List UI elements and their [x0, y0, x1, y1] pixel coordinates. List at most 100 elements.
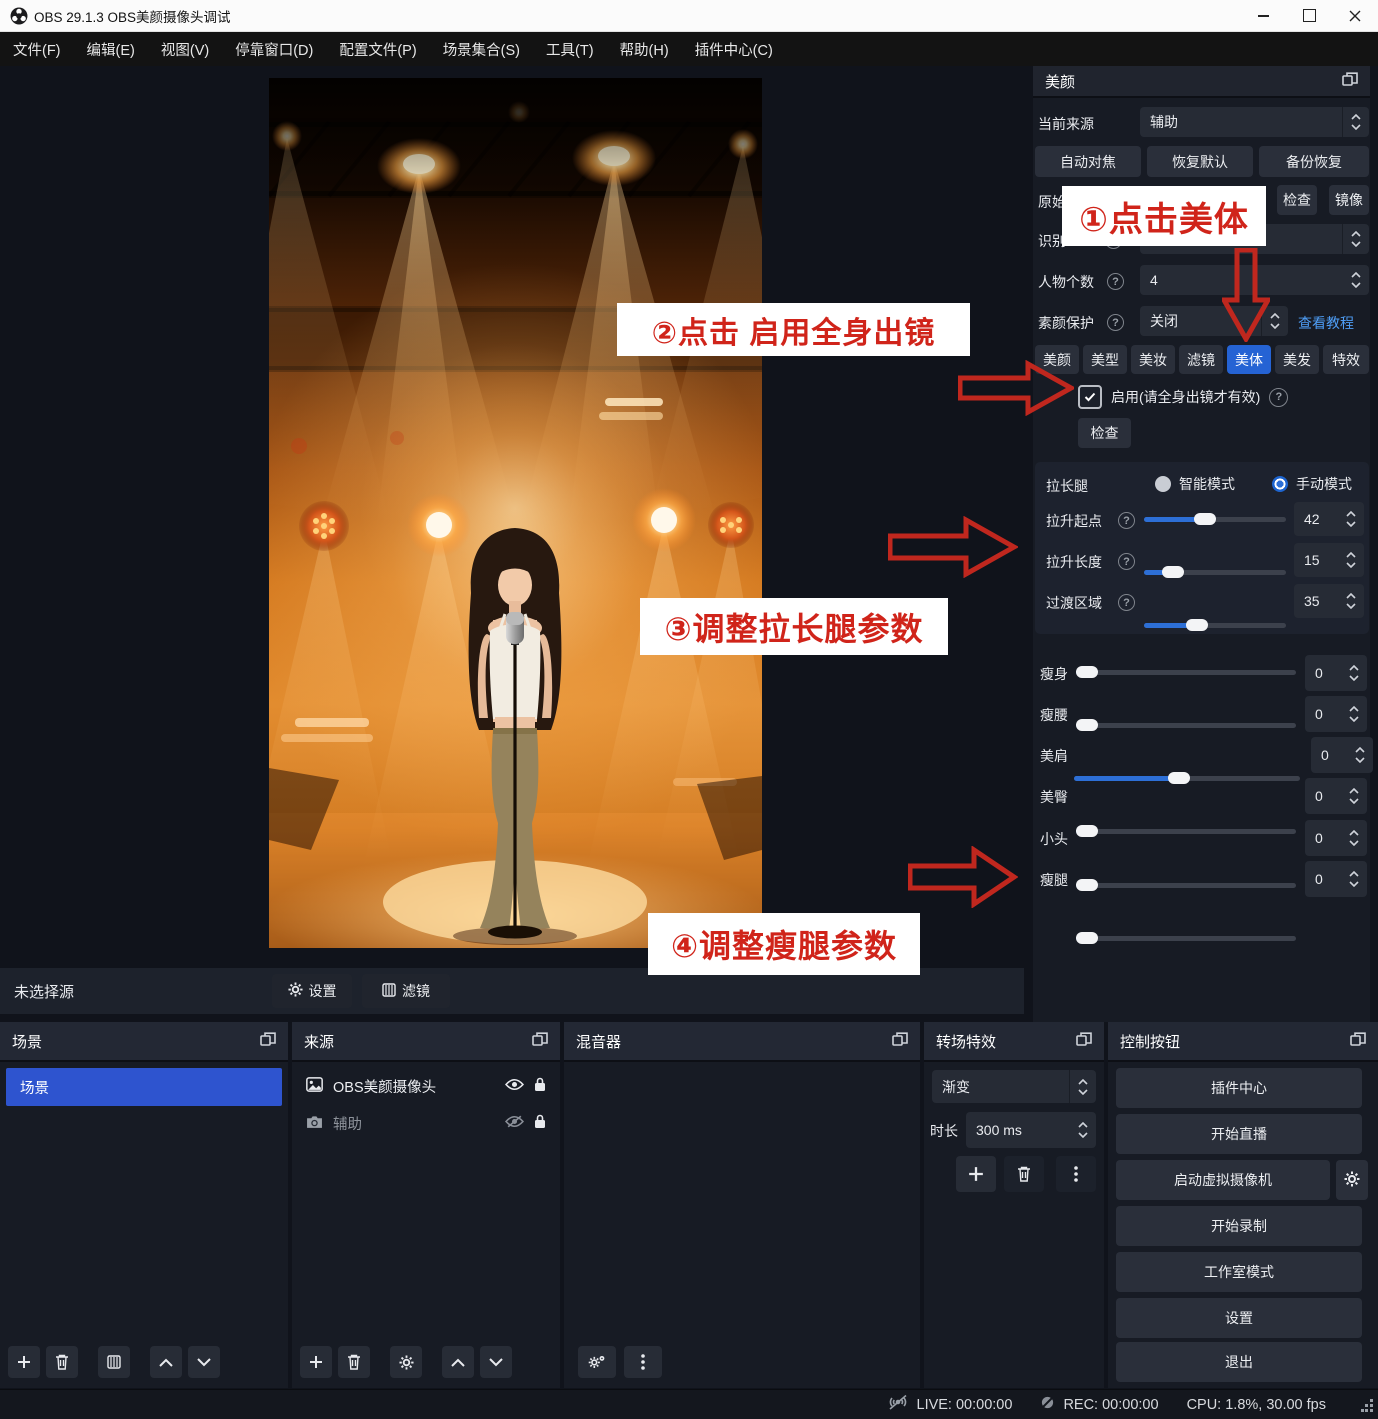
autofocus-button[interactable]: 自动对焦	[1035, 146, 1141, 177]
mirror-button[interactable]: 镜像	[1329, 185, 1369, 215]
spinner-arrows-icon[interactable]	[1347, 737, 1373, 773]
shoulder-spinbox[interactable]: 0	[1311, 737, 1373, 773]
start-virtual-camera-button[interactable]: 启动虚拟摄像机	[1116, 1160, 1330, 1200]
remove-source-button[interactable]	[338, 1346, 370, 1378]
spinner-arrows-icon[interactable]	[1341, 820, 1367, 856]
slim-body-spinbox[interactable]: 0	[1305, 655, 1367, 691]
source-filters-button[interactable]: 滤镜	[362, 974, 450, 1008]
mixer-menu-kebab-icon[interactable]	[624, 1346, 662, 1378]
preview-canvas[interactable]	[0, 66, 1024, 980]
restore-default-button[interactable]: 恢复默认	[1147, 146, 1253, 177]
menu-edit[interactable]: 编辑(E)	[74, 32, 148, 66]
slim-leg-slider[interactable]	[1076, 932, 1296, 944]
spinner-arrows-icon[interactable]	[1338, 502, 1364, 536]
popout-icon[interactable]	[1350, 1032, 1366, 1050]
popout-icon[interactable]	[532, 1032, 548, 1050]
spinner-arrows-icon[interactable]	[1338, 543, 1364, 577]
manual-mode-radio[interactable]	[1272, 476, 1288, 492]
help-icon[interactable]	[1107, 314, 1124, 331]
menu-help[interactable]: 帮助(H)	[607, 32, 682, 66]
slider-handle[interactable]	[1076, 879, 1098, 891]
tab-body[interactable]: 美体	[1227, 345, 1271, 374]
smart-mode-radio-group[interactable]: 智能模式	[1155, 474, 1235, 494]
slider-track[interactable]	[1076, 882, 1296, 888]
slider-handle[interactable]	[1194, 513, 1217, 525]
help-icon[interactable]	[1118, 594, 1135, 611]
studio-mode-button[interactable]: 工作室模式	[1116, 1252, 1362, 1292]
transition-area-spinbox[interactable]: 35	[1294, 584, 1364, 618]
minimize-button[interactable]	[1240, 0, 1286, 31]
slim-body-slider[interactable]	[1076, 666, 1296, 678]
lock-icon[interactable]	[534, 1077, 546, 1096]
source-settings-button[interactable]: 设置	[272, 974, 352, 1008]
help-icon[interactable]	[1118, 553, 1135, 570]
help-icon[interactable]	[1107, 273, 1124, 290]
move-scene-down-button[interactable]	[188, 1346, 220, 1378]
resize-grip[interactable]	[1361, 1399, 1374, 1416]
current-source-dropdown[interactable]: 辅助	[1140, 107, 1369, 137]
exit-button[interactable]: 退出	[1116, 1342, 1362, 1382]
move-source-down-button[interactable]	[480, 1346, 512, 1378]
slider-handle[interactable]	[1162, 566, 1184, 578]
slim-waist-slider[interactable]	[1076, 719, 1296, 731]
plugin-center-button[interactable]: 插件中心	[1116, 1068, 1362, 1108]
start-recording-button[interactable]: 开始录制	[1116, 1206, 1362, 1246]
shoulder-slider[interactable]	[1074, 772, 1300, 784]
menu-tools[interactable]: 工具(T)	[533, 32, 607, 66]
popout-icon[interactable]	[1076, 1032, 1092, 1050]
popout-icon[interactable]	[260, 1032, 276, 1050]
slim-leg-spinbox[interactable]: 0	[1305, 861, 1367, 897]
slider-track[interactable]	[1076, 935, 1296, 941]
spinner-arrows-icon[interactable]	[1341, 778, 1367, 814]
help-icon[interactable]	[1118, 512, 1135, 529]
source-row-aux[interactable]: 辅助	[292, 1105, 560, 1142]
add-source-button[interactable]	[300, 1346, 332, 1378]
lift-start-slider[interactable]	[1144, 513, 1286, 525]
scene-item[interactable]: 场景	[6, 1068, 282, 1106]
slider-handle[interactable]	[1076, 825, 1098, 837]
small-head-spinbox[interactable]: 0	[1305, 820, 1367, 856]
visibility-eye-off-icon[interactable]	[504, 1115, 525, 1132]
menu-scene-collection[interactable]: 场景集合(S)	[430, 32, 533, 66]
tab-filter[interactable]: 滤镜	[1179, 345, 1223, 374]
lift-length-slider[interactable]	[1144, 566, 1286, 578]
tab-effects[interactable]: 特效	[1323, 345, 1369, 374]
chevron-up-down-icon[interactable]	[1342, 224, 1369, 254]
tab-hair[interactable]: 美发	[1275, 345, 1319, 374]
spinner-arrows-icon[interactable]	[1341, 696, 1367, 732]
add-scene-button[interactable]	[8, 1346, 40, 1378]
popout-icon[interactable]	[892, 1032, 908, 1050]
remove-scene-button[interactable]	[46, 1346, 78, 1378]
lock-icon[interactable]	[534, 1114, 546, 1133]
menu-file[interactable]: 文件(F)	[0, 32, 74, 66]
tab-makeup[interactable]: 美妆	[1131, 345, 1175, 374]
hip-spinbox[interactable]: 0	[1305, 778, 1367, 814]
visibility-eye-icon[interactable]	[504, 1078, 525, 1095]
slim-waist-spinbox[interactable]: 0	[1305, 696, 1367, 732]
duration-spinbox[interactable]: 300 ms	[966, 1112, 1096, 1148]
virtual-camera-settings-button[interactable]	[1336, 1160, 1368, 1200]
spinner-arrows-icon[interactable]	[1070, 1112, 1096, 1148]
spinner-arrows-icon[interactable]	[1341, 861, 1367, 897]
move-scene-up-button[interactable]	[150, 1346, 182, 1378]
transition-area-slider[interactable]	[1144, 619, 1286, 631]
enable-checkbox[interactable]	[1078, 385, 1102, 409]
popout-icon[interactable]	[1342, 72, 1358, 90]
manual-mode-radio-group[interactable]: 手动模式	[1272, 474, 1352, 494]
spinner-arrows-icon[interactable]	[1341, 655, 1367, 691]
slider-track[interactable]	[1076, 828, 1296, 834]
help-icon[interactable]	[1269, 387, 1289, 407]
move-source-up-button[interactable]	[442, 1346, 474, 1378]
menu-profile[interactable]: 配置文件(P)	[326, 32, 429, 66]
slider-handle[interactable]	[1076, 719, 1098, 731]
start-streaming-button[interactable]: 开始直播	[1116, 1114, 1362, 1154]
spinner-arrows-icon[interactable]	[1338, 584, 1364, 618]
tab-face-shape[interactable]: 美型	[1083, 345, 1127, 374]
menu-view[interactable]: 视图(V)	[148, 32, 222, 66]
menu-docks[interactable]: 停靠窗口(D)	[222, 32, 326, 66]
scene-filters-button[interactable]	[98, 1346, 130, 1378]
advanced-audio-button[interactable]	[578, 1346, 616, 1378]
small-head-slider[interactable]	[1076, 879, 1296, 891]
settings-button[interactable]: 设置	[1116, 1298, 1362, 1338]
slider-handle[interactable]	[1186, 619, 1208, 631]
